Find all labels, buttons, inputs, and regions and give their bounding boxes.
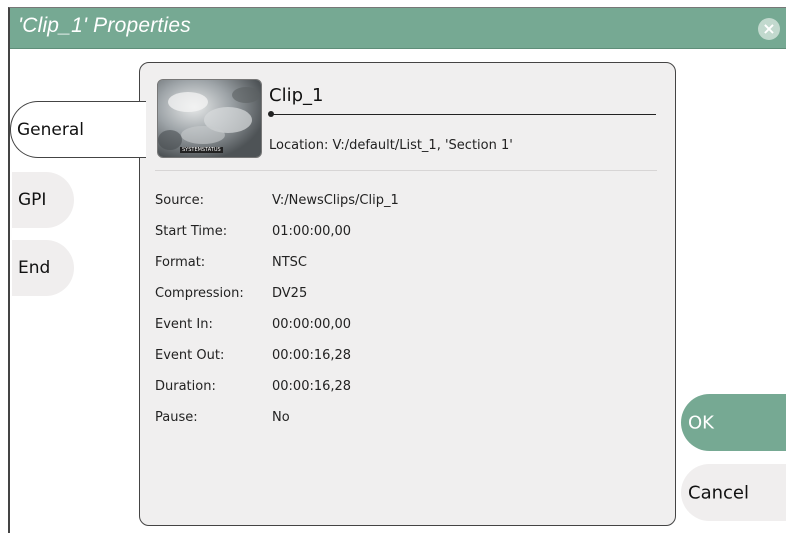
- event-out-value: 00:00:16,28: [272, 348, 352, 363]
- properties-dialog: 'Clip_1' Properties × General GPI End SY…: [8, 7, 786, 533]
- compression-label: Compression:: [155, 286, 244, 301]
- ok-button[interactable]: OK: [681, 394, 786, 451]
- clip-thumbnail-image: [158, 80, 261, 157]
- pause-label: Pause:: [155, 410, 198, 425]
- source-label: Source:: [155, 193, 205, 208]
- clip-location: Location: V:/default/List_1, 'Section 1': [269, 138, 513, 153]
- tab-gpi[interactable]: GPI: [12, 172, 74, 228]
- start-time-value: 01:00:00,00: [272, 224, 352, 239]
- dialog-title: 'Clip_1' Properties: [18, 14, 191, 37]
- close-button[interactable]: ×: [758, 18, 780, 40]
- event-in-label: Event In:: [155, 317, 213, 332]
- tab-general-label: General: [17, 119, 84, 140]
- tab-general[interactable]: General: [10, 101, 146, 158]
- cancel-button-label: Cancel: [688, 482, 749, 503]
- clip-thumbnail: SYSTEMSTATUS: [157, 79, 262, 158]
- format-value: NTSC: [272, 255, 307, 270]
- general-panel: SYSTEMSTATUS Clip_1 Location: V:/default…: [139, 62, 676, 526]
- format-label: Format:: [155, 255, 206, 270]
- pause-value: No: [272, 410, 290, 425]
- event-in-value: 00:00:00,00: [272, 317, 352, 332]
- tab-gpi-label: GPI: [18, 190, 47, 210]
- title-bar: 'Clip_1' Properties ×: [10, 8, 786, 49]
- ok-button-label: OK: [688, 412, 714, 433]
- duration-value: 00:00:16,28: [272, 379, 352, 394]
- tab-end[interactable]: End: [12, 240, 74, 296]
- duration-label: Duration:: [155, 379, 216, 394]
- event-out-label: Event Out:: [155, 348, 225, 363]
- close-icon: ×: [762, 19, 776, 38]
- thumbnail-caption: SYSTEMSTATUS: [180, 147, 223, 153]
- name-field-underline: [271, 114, 656, 115]
- compression-value: DV25: [272, 286, 308, 301]
- tab-end-label: End: [18, 258, 51, 278]
- start-time-label: Start Time:: [155, 224, 228, 239]
- section-divider: [155, 170, 657, 171]
- clip-name-field[interactable]: Clip_1: [269, 85, 323, 106]
- cancel-button[interactable]: Cancel: [681, 464, 786, 521]
- source-value: V:/NewsClips/Clip_1: [272, 193, 399, 208]
